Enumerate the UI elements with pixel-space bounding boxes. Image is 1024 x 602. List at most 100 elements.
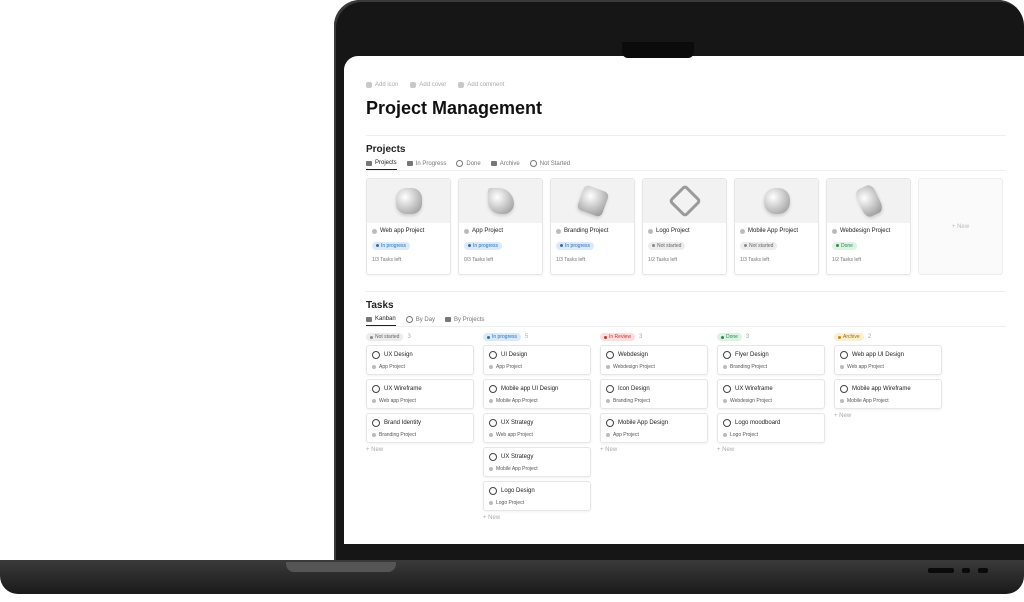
task-name: Web app UI Design — [852, 352, 904, 358]
tab-by-projects[interactable]: By Projects — [445, 316, 484, 326]
tasks-left: 1/2 Tasks left — [832, 257, 862, 263]
circle-icon — [529, 160, 537, 167]
task-card[interactable]: Logo moodboard Logo Project — [717, 413, 825, 443]
task-card[interactable]: UX Strategy Mobile App Project — [483, 447, 591, 477]
new-task-button[interactable]: + New — [483, 515, 591, 521]
tab-by-day[interactable]: By Day — [405, 316, 435, 326]
checkbox-circle-icon[interactable] — [372, 419, 380, 427]
task-card[interactable]: Mobile App Design App Project — [600, 413, 708, 443]
task-card[interactable]: Mobile app Wireframe Mobile App Project — [834, 379, 942, 409]
task-name: Logo moodboard — [735, 420, 781, 426]
checkbox-circle-icon[interactable] — [372, 385, 380, 393]
add-comment-button[interactable]: Add comment — [458, 82, 504, 88]
new-task-button[interactable]: + New — [366, 447, 474, 453]
page-top-actions: Add icon Add cover Add comment — [366, 82, 1006, 88]
tab-not-started[interactable]: Not Started — [529, 160, 570, 170]
task-card[interactable]: Flyer Design Branding Project — [717, 345, 825, 375]
project-icon — [606, 433, 610, 437]
kanban-column-not-started: Not started 3 UX Design App Project UX Wir… — [366, 333, 474, 521]
task-card[interactable]: UI Design App Project — [483, 345, 591, 375]
3d-shape-icon — [853, 183, 884, 219]
project-name: App Project — [472, 228, 504, 234]
task-name: UI Design — [501, 352, 528, 358]
task-project: Branding Project — [379, 432, 416, 438]
project-card[interactable]: Web app Project In progress 1/3 Tasks le… — [366, 178, 451, 275]
checkbox-circle-icon[interactable] — [606, 385, 614, 393]
tab-projects[interactable]: Projects — [366, 160, 397, 170]
tab-kanban[interactable]: Kanban — [366, 316, 396, 326]
project-icon — [372, 433, 376, 437]
task-project: Logo Project — [730, 432, 759, 438]
task-card[interactable]: Mobile app UI Design Mobile App Project — [483, 379, 591, 409]
project-card[interactable]: Branding Project In progress 1/3 Tasks l… — [550, 178, 635, 275]
task-name: Brand Identity — [384, 420, 422, 426]
task-card[interactable]: UX Wireframe Web app Project — [366, 379, 474, 409]
kanban-column-in-progress: In progress 5 UI Design App Project Mobile… — [483, 333, 591, 521]
checkbox-circle-icon[interactable] — [489, 385, 497, 393]
checkbox-circle-icon[interactable] — [840, 385, 848, 393]
new-task-button[interactable]: + New — [600, 447, 708, 453]
task-card[interactable]: UX Design App Project — [366, 345, 474, 375]
task-name: UX Wireframe — [735, 386, 773, 392]
task-project: Logo Project — [496, 500, 525, 506]
project-icon — [840, 399, 844, 403]
checkbox-circle-icon[interactable] — [489, 453, 497, 461]
checkbox-circle-icon[interactable] — [489, 351, 497, 359]
checkbox-circle-icon[interactable] — [723, 351, 731, 359]
checkbox-circle-icon[interactable] — [372, 351, 380, 359]
status-badge: Not started — [740, 241, 778, 250]
new-project-button[interactable]: + New — [918, 178, 1003, 275]
3d-shape-icon — [395, 188, 422, 214]
project-icon — [372, 399, 376, 403]
project-card[interactable]: App Project In progress 0/3 Tasks left — [458, 178, 543, 275]
checkbox-circle-icon[interactable] — [489, 487, 497, 495]
add-cover-button[interactable]: Add cover — [410, 82, 446, 88]
column-count: 3 — [745, 334, 750, 340]
column-status-badge: Archive — [834, 333, 864, 341]
checkbox-circle-icon[interactable] — [840, 351, 848, 359]
checkbox-circle-icon[interactable] — [606, 419, 614, 427]
laptop-base — [0, 560, 1024, 594]
project-card[interactable]: Logo Project Not started 1/2 Tasks left — [642, 178, 727, 275]
smiley-icon — [366, 82, 372, 88]
task-card[interactable]: UX Wireframe Webdesign Project — [717, 379, 825, 409]
project-icon — [489, 399, 493, 403]
project-cover — [367, 179, 450, 223]
kanban-column-in-review: In Review 3 Webdesign Webdesign Project Ic… — [600, 333, 708, 521]
task-project: Webdesign Project — [730, 398, 772, 404]
projects-gallery: Web app Project In progress 1/3 Tasks le… — [366, 178, 1006, 275]
tab-done[interactable]: Done — [456, 160, 481, 170]
column-count: 3 — [407, 334, 411, 340]
task-project: App Project — [496, 364, 522, 370]
add-icon-button[interactable]: Add icon — [366, 82, 398, 88]
tab-in-progress[interactable]: In Progress — [406, 160, 446, 170]
task-card[interactable]: UX Strategy Web app Project — [483, 413, 591, 443]
task-card[interactable]: Logo Design Logo Project — [483, 481, 591, 511]
column-status-badge: Not started — [366, 333, 404, 341]
checkbox-circle-icon[interactable] — [606, 351, 614, 359]
task-card[interactable]: Webdesign Webdesign Project — [600, 345, 708, 375]
project-cover — [643, 179, 726, 223]
status-badge: Done — [832, 241, 857, 250]
3d-shape-icon — [575, 184, 610, 218]
task-name: UX Strategy — [501, 454, 534, 460]
new-task-button[interactable]: + New — [717, 447, 825, 453]
checkbox-circle-icon[interactable] — [723, 385, 731, 393]
project-icon — [489, 501, 493, 505]
checkbox-circle-icon[interactable] — [489, 419, 497, 427]
new-task-button[interactable]: + New — [834, 413, 942, 419]
task-card[interactable]: Icon Design Branding Project — [600, 379, 708, 409]
tasks-left: 1/3 Tasks left — [740, 257, 770, 263]
project-card[interactable]: Webdesign Project Done 1/2 Tasks left — [826, 178, 911, 275]
task-name: Logo Design — [501, 488, 535, 494]
tab-archive[interactable]: Archive — [490, 160, 520, 170]
column-status-badge: In progress — [483, 333, 522, 341]
folder-icon — [406, 161, 413, 166]
task-card[interactable]: Web app UI Design Web app Project — [834, 345, 942, 375]
project-name: Mobile App Project — [748, 228, 799, 234]
checkbox-circle-icon[interactable] — [723, 419, 731, 427]
task-card[interactable]: Brand Identity Branding Project — [366, 413, 474, 443]
folder-icon — [366, 160, 372, 166]
column-status-badge: In Review — [600, 333, 635, 341]
project-card[interactable]: Mobile App Project Not started 1/3 Tasks… — [734, 178, 819, 275]
